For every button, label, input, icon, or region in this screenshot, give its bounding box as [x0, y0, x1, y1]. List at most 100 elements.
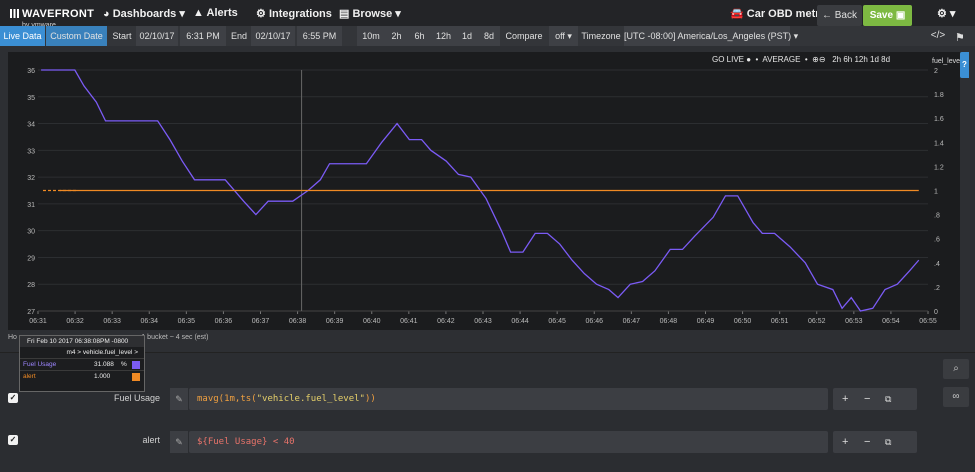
y-tick-label: 33 [27, 148, 35, 155]
range-6h[interactable]: 6h [408, 26, 431, 46]
timezone-label: Timezone [581, 31, 621, 41]
custom-date-button[interactable]: Custom Date [46, 26, 107, 46]
end-label: End [230, 31, 247, 41]
x-tick-label: 06:50 [734, 318, 752, 325]
x-tick-label: 06:48 [660, 318, 678, 325]
y-right-tick-label: .8 [934, 213, 940, 220]
nav-dashboards[interactable]: ◕ Dashboards ▾ [103, 7, 185, 20]
copy-icon[interactable]: ⧉ [885, 388, 891, 410]
x-tick-label: 06:41 [400, 318, 418, 325]
x-tick-label: 06:34 [140, 318, 158, 325]
live-data-button[interactable]: Live Data [0, 26, 45, 46]
tooltip-row: Fuel Usage 31.088% [20, 358, 144, 370]
y-tick-label: 32 [27, 175, 35, 182]
add-icon[interactable]: + [842, 431, 848, 453]
range-8d[interactable]: 8d [478, 26, 500, 46]
end-date-input[interactable]: 02/10/17 [251, 26, 295, 46]
y-right-tick-label: 2 [934, 68, 938, 75]
x-tick-label: 06:39 [326, 318, 344, 325]
car-icon: 🚘 [730, 8, 744, 20]
y-tick-label: 36 [27, 68, 35, 75]
query-input-1[interactable]: mavg(1m,ts("vehicle.fuel_level")) [189, 388, 828, 410]
compare-select[interactable]: off ▾ [549, 26, 578, 46]
flag-icon[interactable]: ⚑ [955, 31, 965, 44]
search-icon[interactable]: ⌕ [943, 359, 969, 379]
y-right-tick-label: .2 [934, 285, 940, 292]
range-12h[interactable]: 12h [431, 26, 456, 46]
y-tick-label: 35 [27, 95, 35, 102]
y-right-tick-label: 1 [934, 189, 938, 196]
summarize-select[interactable]: AVERAGE [762, 55, 800, 64]
speedometer-icon: ◕ [103, 8, 110, 20]
x-tick-label: 06:36 [215, 318, 233, 325]
y-right-tick-label: 1.8 [934, 92, 944, 99]
x-tick-label: 06:45 [548, 318, 566, 325]
x-tick-label: 06:37 [252, 318, 270, 325]
end-time-input[interactable]: 6:55 PM [297, 26, 342, 46]
query-enable-checkbox-1[interactable]: ✓ [8, 393, 18, 403]
query-name-2[interactable]: alert [90, 435, 160, 445]
x-tick-label: 06:43 [474, 318, 492, 325]
help-tab[interactable]: ? [960, 52, 969, 78]
x-tick-label: 06:35 [178, 318, 196, 325]
y-tick-label: 27 [27, 309, 35, 316]
save-button[interactable]: Save ▣ [863, 5, 912, 26]
line-chart[interactable]: 27 28 29 30 31 32 33 34 35 36 0 .2 .4 .6 .8 1 1.2 1.4 1.6 1… [8, 52, 960, 330]
start-time-input[interactable]: 6:31 PM [180, 26, 226, 46]
add-icon[interactable]: + [842, 388, 848, 410]
y-right-tick-label: 1.2 [934, 164, 944, 171]
gears-icon: ⚙ [256, 8, 266, 20]
y-right-tick-label: .6 [934, 237, 940, 244]
arrow-left-icon: ← [821, 10, 832, 21]
y-tick-label: 31 [27, 202, 35, 209]
tooltip-row: alert 1.000 [20, 370, 144, 382]
time-bar: Live Data Custom Date Start 02/10/17 6:3… [0, 26, 975, 46]
x-tick-label: 06:38 [289, 318, 307, 325]
start-date-input[interactable]: 02/10/17 [136, 26, 178, 46]
browse-icon: ▤ [339, 8, 350, 20]
back-button[interactable]: ← Back [817, 5, 862, 26]
y-right-tick-label: 0 [934, 309, 938, 316]
range-1d[interactable]: 1d [456, 26, 478, 46]
floppy-icon: ▣ [895, 10, 906, 21]
range-2h[interactable]: 2h [385, 26, 408, 46]
x-tick-label: 06:32 [66, 318, 84, 325]
pencil-icon[interactable]: ✎ [170, 431, 188, 453]
chart-panel: 27 28 29 30 31 32 33 34 35 36 0 .2 .4 .6 .8 1 1.2 1.4 1.6 1… [8, 52, 960, 330]
copy-icon[interactable]: ⧉ [885, 431, 891, 453]
start-label: Start [112, 31, 132, 41]
chart-controls: GO LIVE ● • AVERAGE • ⊕⊖ 2h 6h 12h 1d 8d [712, 55, 891, 64]
chart-range-buttons[interactable]: 2h 6h 12h 1d 8d [832, 55, 890, 64]
nav-alerts[interactable]: ▲ Alerts [193, 7, 238, 19]
query-name-1[interactable]: Fuel Usage [90, 393, 160, 403]
x-tick-label: 06:33 [103, 318, 121, 325]
hover-tooltip: Fri Feb 10 2017 06:38:08PM -0800 m4 > ve… [19, 335, 145, 392]
query-actions-1: + − ⧉ [833, 388, 917, 410]
settings-icon[interactable]: ⚙ ▾ [937, 7, 955, 20]
x-tick-label: 06:51 [771, 318, 789, 325]
pencil-icon[interactable]: ✎ [170, 388, 188, 410]
timezone-select[interactable]: [UTC -08:00] America/Los_Angeles (PST) ▾ [624, 26, 798, 46]
link-icon[interactable]: ∞ [943, 387, 969, 407]
query-enable-checkbox-2[interactable]: ✓ [8, 435, 18, 445]
range-10m[interactable]: 10m [357, 26, 385, 46]
go-live-button[interactable]: GO LIVE ● [712, 55, 751, 64]
x-tick-label: 06:54 [882, 318, 900, 325]
x-tick-label: 06:49 [697, 318, 715, 325]
x-tick-label: 06:40 [363, 318, 381, 325]
embed-code-icon[interactable]: </> [928, 26, 948, 46]
top-nav: WAVEFRONT by vmware ◕ Dashboards ▾ ▲ Ale… [0, 0, 975, 29]
nav-browse[interactable]: ▤ Browse ▾ [339, 7, 401, 20]
warning-icon: ▲ [193, 7, 204, 19]
zoom-icons[interactable]: ⊕⊖ [812, 55, 825, 64]
remove-icon[interactable]: − [864, 388, 870, 410]
series-swatch [132, 361, 140, 369]
query-input-2[interactable]: ${Fuel Usage} < 40 [189, 431, 828, 453]
x-tick-label: 06:31 [29, 318, 47, 325]
x-tick-label: 06:53 [845, 318, 863, 325]
series-swatch [132, 373, 140, 381]
nav-integrations[interactable]: ⚙ Integrations [256, 7, 332, 20]
x-tick-label: 06:52 [808, 318, 826, 325]
logo-icon [10, 9, 19, 18]
remove-icon[interactable]: − [864, 431, 870, 453]
